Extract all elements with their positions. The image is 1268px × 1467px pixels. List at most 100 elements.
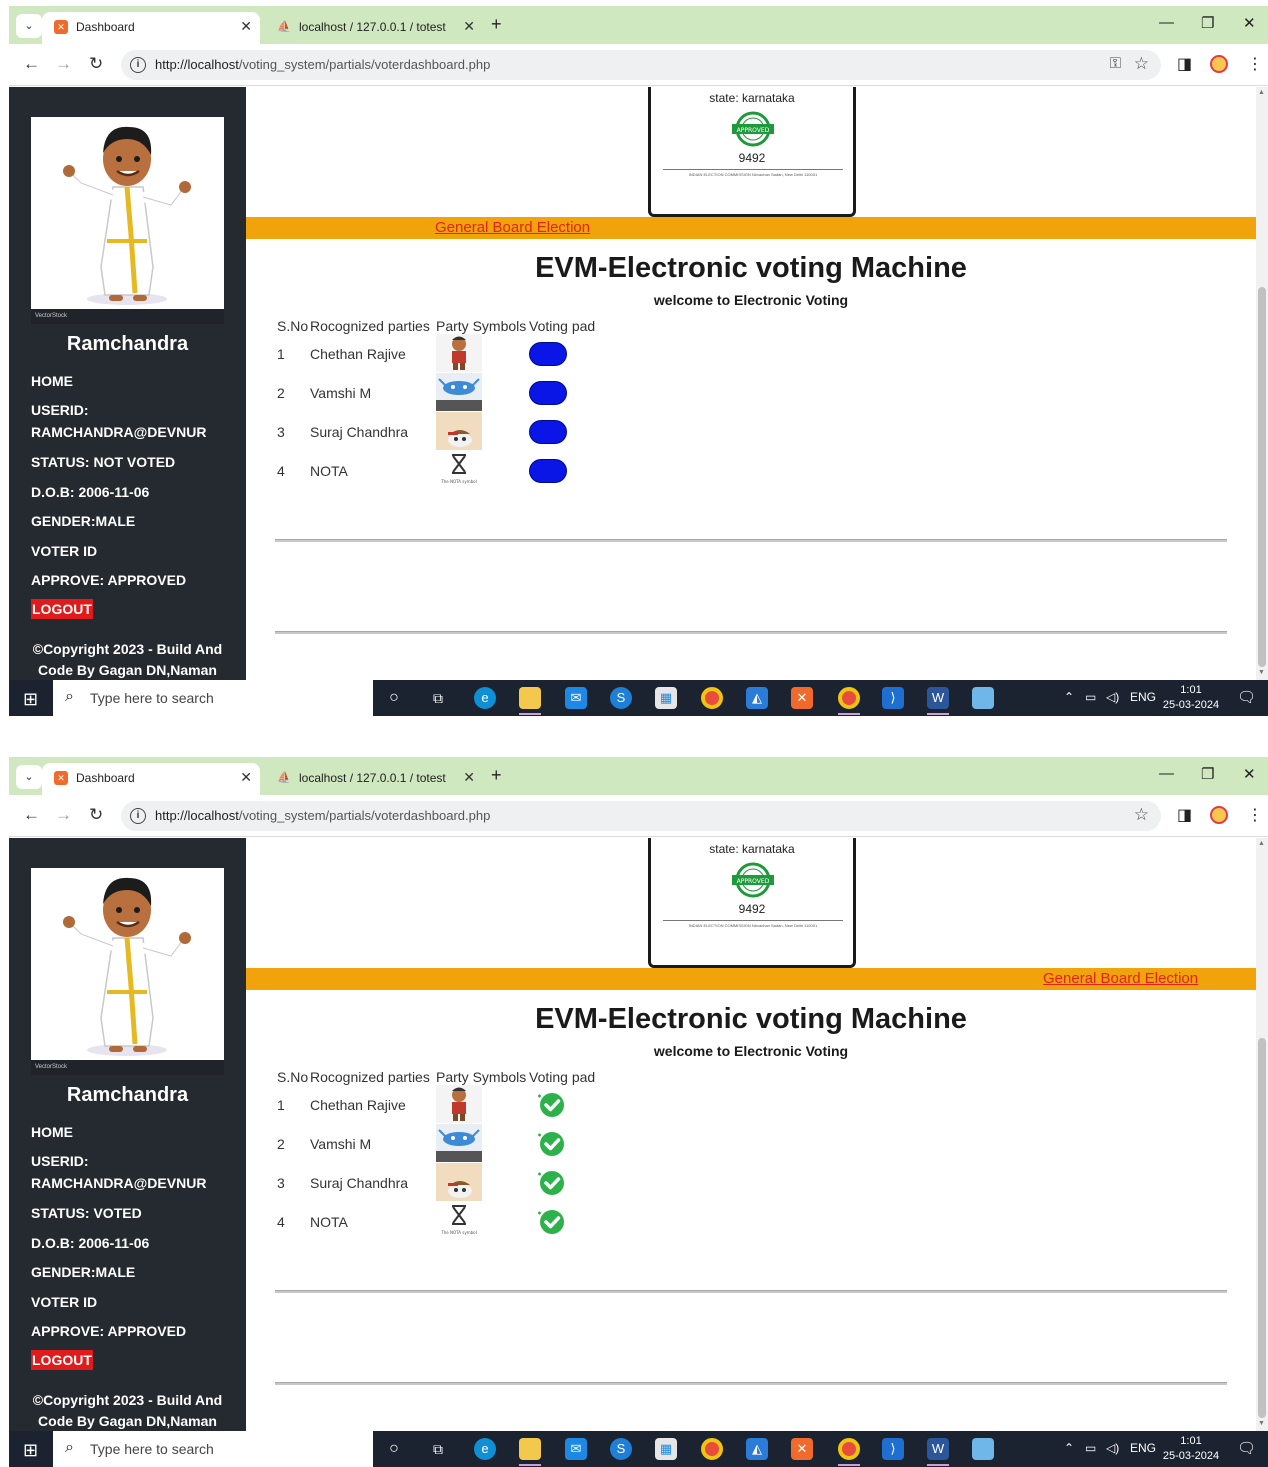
menu-icon[interactable]: ⋮ [1247, 805, 1263, 825]
side-panel-icon[interactable]: ◨ [1177, 805, 1192, 825]
close-window-icon[interactable]: ✕ [1243, 14, 1256, 32]
chrome-active-icon[interactable] [838, 1438, 860, 1460]
store-icon[interactable]: ▦ [655, 1438, 677, 1460]
extension-icon[interactable] [1210, 55, 1228, 73]
edge-icon[interactable]: e [474, 687, 496, 709]
home-link[interactable]: HOME [31, 1124, 73, 1140]
vscode-icon[interactable]: ⟩ [882, 687, 904, 709]
vote-button[interactable]: Vote [529, 381, 567, 405]
forward-icon[interactable]: → [55, 54, 72, 74]
chrome-icon[interactable] [701, 687, 723, 709]
reload-icon[interactable]: ↻ [89, 805, 103, 825]
back-icon[interactable]: ← [23, 54, 40, 74]
tab-dashboard[interactable]: ✕ Dashboard ✕ [42, 12, 260, 44]
volume-icon[interactable]: ◁) [1106, 1441, 1119, 1455]
taskbar-search[interactable]: ⌕ Type here to search [53, 680, 373, 716]
close-icon[interactable]: ✕ [240, 18, 252, 35]
tab-search-button[interactable]: ⌄ [16, 765, 42, 789]
xampp-taskbar-icon[interactable]: ✕ [791, 1438, 813, 1460]
star-icon[interactable]: ☆ [1134, 805, 1149, 825]
xampp-taskbar-icon[interactable]: ✕ [791, 687, 813, 709]
restore-icon[interactable]: ❐ [1201, 765, 1214, 783]
notes-icon[interactable] [972, 687, 994, 709]
divider-line [275, 1382, 1227, 1385]
forward-icon[interactable]: → [55, 805, 72, 825]
scroll-thumb[interactable] [1258, 287, 1266, 667]
file-explorer-icon[interactable] [519, 687, 541, 709]
edge-icon[interactable]: e [474, 1438, 496, 1460]
star-icon[interactable]: ☆ [1134, 54, 1149, 74]
extension-icon[interactable] [1210, 806, 1228, 824]
url-field[interactable]: i http://localhost/voting_system/partial… [121, 801, 1161, 831]
new-tab-button[interactable]: + [491, 14, 502, 35]
tray-chevron-icon[interactable]: ⌃ [1064, 690, 1074, 704]
election-link[interactable]: General Board Election [435, 219, 590, 236]
logout-button[interactable]: LOGOUT [31, 1350, 93, 1370]
info-icon[interactable]: i [130, 808, 146, 824]
clock[interactable]: 1:01 25-03-2024 [1159, 683, 1223, 713]
store-icon[interactable]: ▦ [655, 687, 677, 709]
logout-button[interactable]: LOGOUT [31, 599, 93, 619]
vscode-icon[interactable]: ⟩ [882, 1438, 904, 1460]
scrollbar[interactable]: ▲ ▼ [1256, 838, 1268, 1431]
notification-icon[interactable]: 🗨 [1237, 1439, 1256, 1457]
tab-phpmyadmin[interactable]: ⛵ localhost / 127.0.0.1 / totest / v ✕ [265, 763, 483, 795]
language-indicator[interactable]: ENG [1130, 1441, 1156, 1455]
vote-button[interactable]: Vote [529, 342, 567, 366]
chrome-active-icon[interactable] [838, 687, 860, 709]
skype-icon[interactable]: S [610, 687, 632, 709]
network-icon[interactable]: ▭ [1085, 1441, 1096, 1455]
new-tab-button[interactable]: + [491, 765, 502, 786]
word-icon[interactable]: W [927, 687, 949, 709]
task-view-icon[interactable]: ⧉ [427, 687, 449, 709]
scroll-up-icon[interactable]: ▲ [1258, 840, 1265, 847]
tab-phpmyadmin[interactable]: ⛵ localhost / 127.0.0.1 / totest / v ✕ [265, 12, 483, 44]
tray-chevron-icon[interactable]: ⌃ [1064, 1441, 1074, 1455]
side-panel-icon[interactable]: ◨ [1177, 54, 1192, 74]
restore-icon[interactable]: ❐ [1201, 14, 1214, 32]
vote-button[interactable]: Vote [529, 420, 567, 444]
mail-icon[interactable]: ✉ [565, 1438, 587, 1460]
skype-icon[interactable]: S [610, 1438, 632, 1460]
notes-icon[interactable] [972, 1438, 994, 1460]
file-explorer-icon[interactable] [519, 1438, 541, 1460]
back-icon[interactable]: ← [23, 805, 40, 825]
menu-icon[interactable]: ⋮ [1247, 54, 1263, 74]
volume-icon[interactable]: ◁) [1106, 690, 1119, 704]
task-view-icon[interactable]: ⧉ [427, 1438, 449, 1460]
election-link[interactable]: General Board Election [1043, 970, 1198, 987]
url-field[interactable]: i http://localhost/voting_system/partial… [121, 50, 1161, 80]
vote-button[interactable]: Vote [529, 459, 567, 483]
reload-icon[interactable]: ↻ [89, 54, 103, 74]
info-icon[interactable]: i [130, 57, 146, 73]
tab-dashboard[interactable]: ✕ Dashboard ✕ [42, 763, 260, 795]
scroll-down-icon[interactable]: ▼ [1258, 1420, 1265, 1427]
chrome-icon[interactable] [701, 1438, 723, 1460]
scroll-down-icon[interactable]: ▼ [1258, 669, 1265, 676]
mail-icon[interactable]: ✉ [565, 687, 587, 709]
minimize-icon[interactable]: — [1159, 765, 1174, 782]
windows-start-icon[interactable]: ⊞ [23, 689, 38, 710]
close-icon[interactable]: ✕ [240, 769, 252, 786]
photos-icon[interactable]: ◭ [746, 1438, 768, 1460]
clock[interactable]: 1:01 25-03-2024 [1159, 1434, 1223, 1464]
close-icon[interactable]: ✕ [463, 769, 475, 786]
key-icon[interactable]: ⚿ [1110, 55, 1121, 72]
photos-icon[interactable]: ◭ [746, 687, 768, 709]
notification-icon[interactable]: 🗨 [1237, 688, 1256, 706]
scroll-thumb[interactable] [1258, 1038, 1266, 1418]
word-icon[interactable]: W [927, 1438, 949, 1460]
network-icon[interactable]: ▭ [1085, 690, 1096, 704]
taskbar-search[interactable]: ⌕ Type here to search [53, 1431, 373, 1467]
tab-search-button[interactable]: ⌄ [16, 14, 42, 38]
close-icon[interactable]: ✕ [463, 18, 475, 35]
cortana-icon[interactable]: ○ [383, 687, 405, 709]
language-indicator[interactable]: ENG [1130, 690, 1156, 704]
cortana-icon[interactable]: ○ [383, 1438, 405, 1460]
windows-start-icon[interactable]: ⊞ [23, 1440, 38, 1461]
home-link[interactable]: HOME [31, 373, 73, 389]
scroll-up-icon[interactable]: ▲ [1258, 89, 1265, 96]
scrollbar[interactable]: ▲ ▼ [1256, 87, 1268, 680]
close-window-icon[interactable]: ✕ [1243, 765, 1256, 783]
minimize-icon[interactable]: — [1159, 14, 1174, 31]
